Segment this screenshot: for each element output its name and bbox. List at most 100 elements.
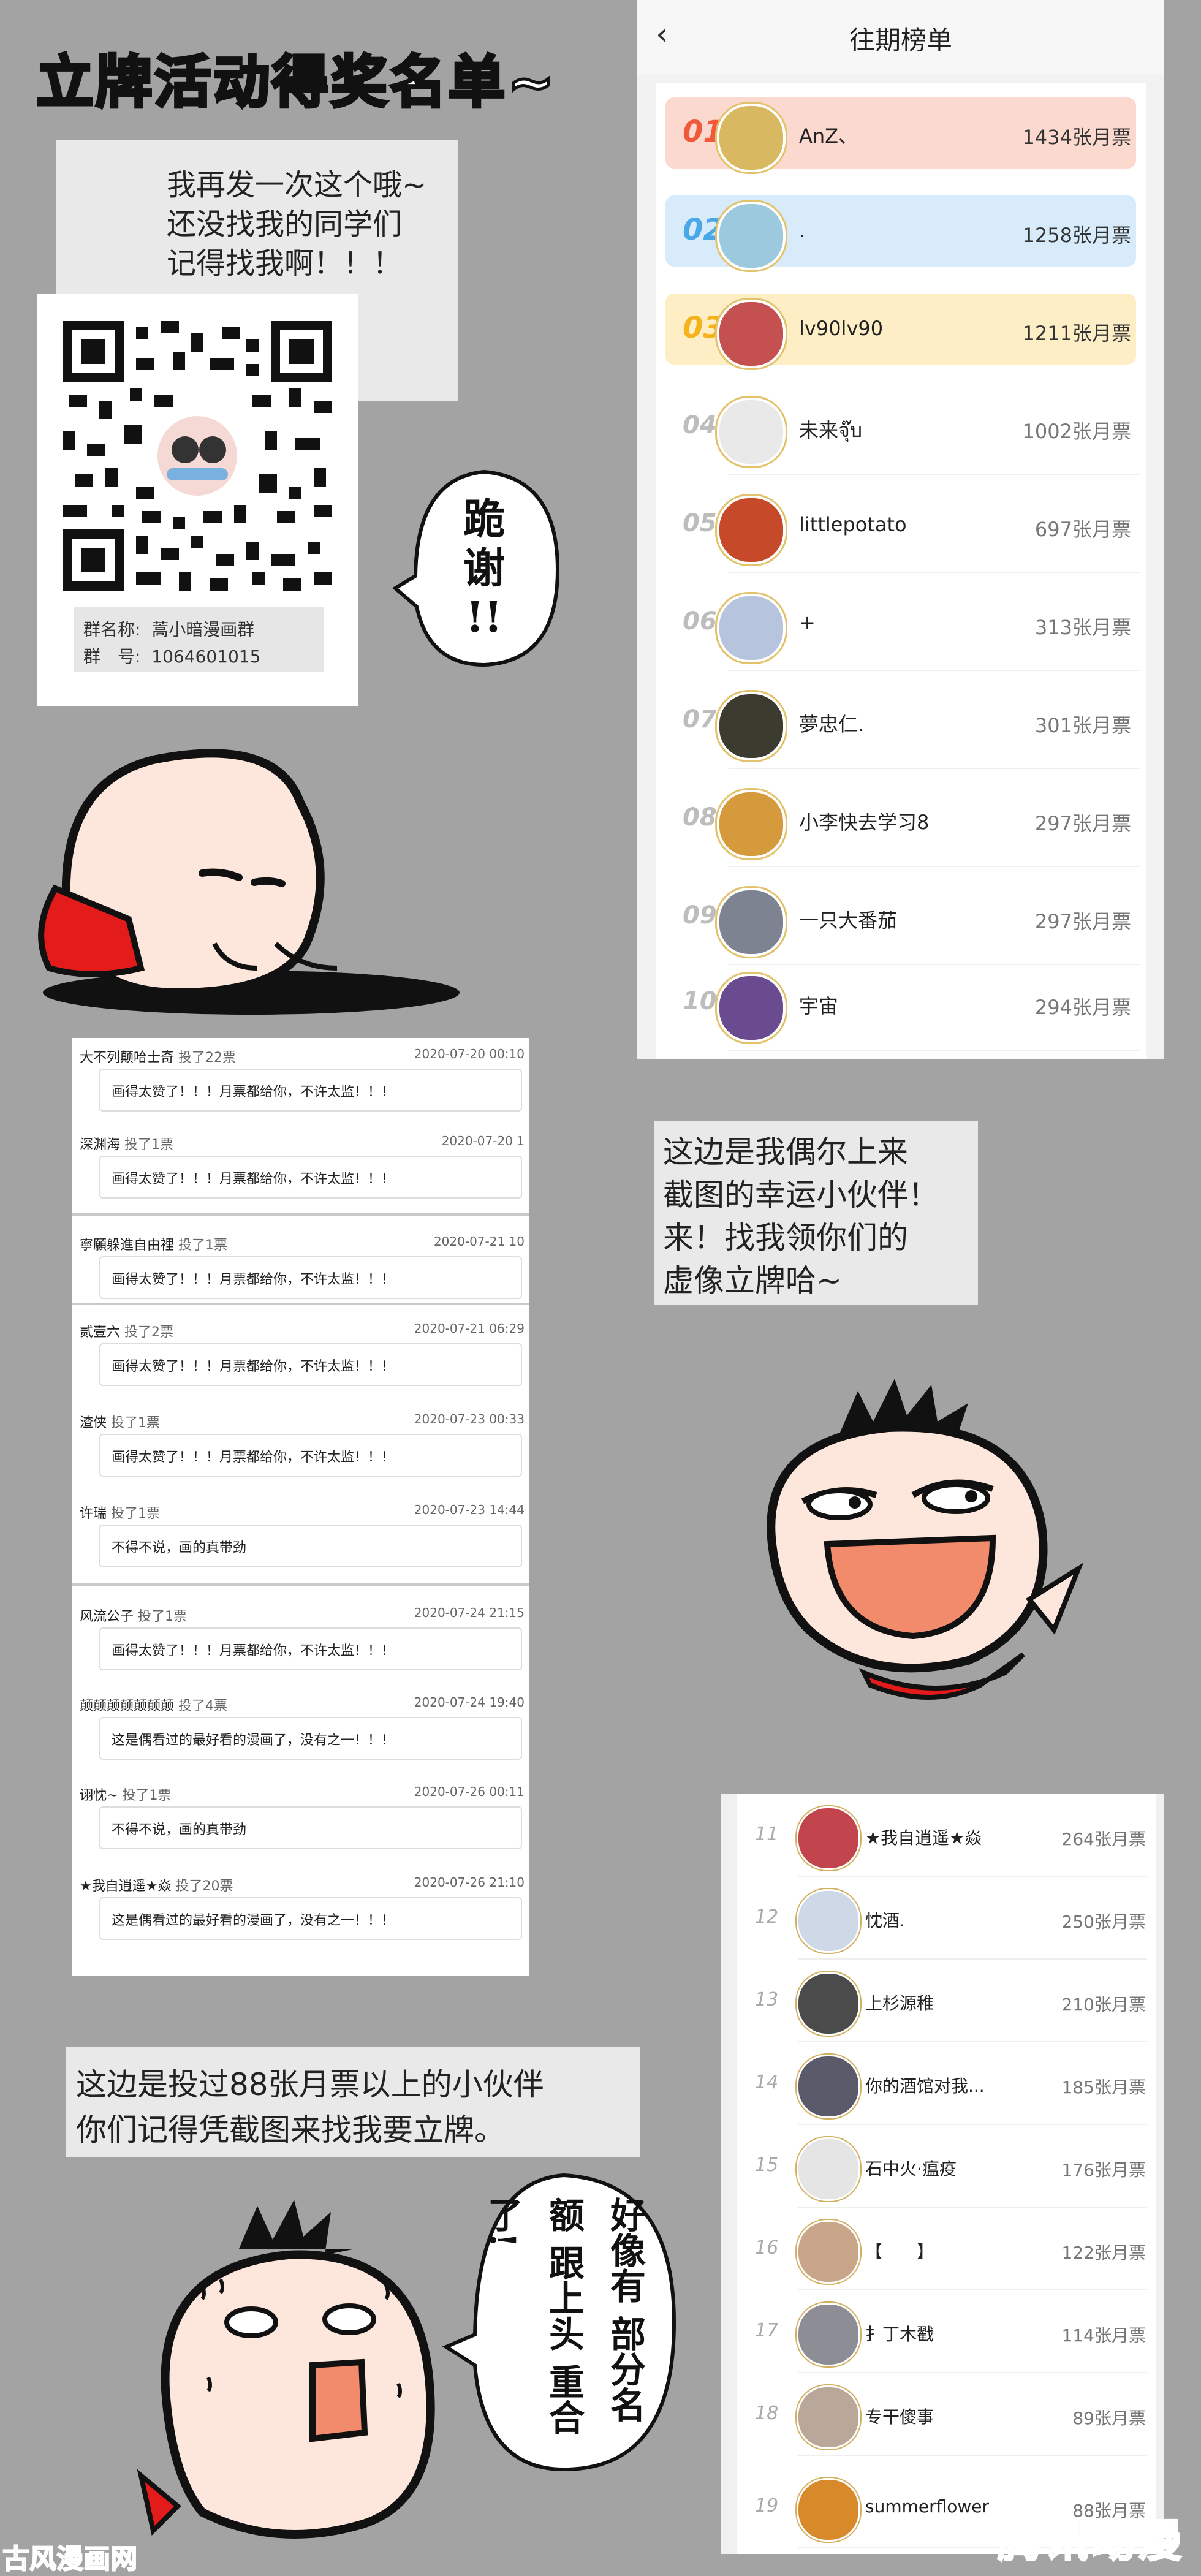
rank-number: 16 [755,2237,779,2259]
user-avatar[interactable] [797,1972,860,2036]
user-name: 扌丁木戳 [865,2324,934,2344]
comment-bubble: 画得太赞了！！！月票都给你，不许太监！！！ [99,1343,522,1386]
comment-user[interactable]: 贰壹六 投了2票 [80,1321,173,1341]
rank-number: 11 [755,1824,779,1845]
user-avatar[interactable] [717,496,786,564]
user-avatar[interactable] [717,692,786,760]
user-avatar[interactable] [717,104,786,172]
comment-user-name: ★我自逍遥★焱 [80,1879,172,1894]
note-line: 这边是我偶尔上来 [663,1134,908,1170]
comment-vote: 投了1票 [124,1137,174,1153]
comment-bubble: 画得太赞了！！！月票都给你，不许太监！！！ [99,1434,522,1477]
user-avatar[interactable] [797,2478,860,2542]
leaderboard-row[interactable]: 15 石中火·瘟疫 176张月票 [737,2125,1156,2208]
comment-user[interactable]: 寧願躲進自由裡 投了1票 [80,1234,227,1254]
ticket-count: 1258张月票 [1022,224,1131,247]
leaderboard-row[interactable]: 11 ★我自逍遥★焱 264张月票 [737,1794,1156,1877]
divider [72,1213,529,1216]
leaderboard-row[interactable]: 09 一只大番茄 297张月票 [656,867,1146,965]
user-avatar[interactable] [797,1889,860,1953]
user-avatar[interactable] [717,202,786,270]
leaderboard-row[interactable]: 04 未来จุ๊บ 1002张月票 [656,377,1146,475]
comment-user-name: 深渊海 [80,1137,121,1153]
sweating-character-illustration [137,2200,435,2539]
leaderboard-panel-lower: 11 ★我自逍遥★焱 264张月票 12 忱酒. 250张月票 13 上杉源稚 210张月票 14… [721,1794,1164,2554]
comment-time: 2020-07-26 21:10 [414,1875,525,1890]
user-avatar[interactable] [717,300,786,368]
user-avatar[interactable] [797,1806,860,1870]
leaderboard-row[interactable]: 18 专干傻事 89张月票 [737,2373,1156,2456]
user-avatar[interactable] [717,398,786,466]
leaderboard-row[interactable]: 03 lv90lv90 1211张月票 [656,279,1146,377]
leaderboard-row[interactable]: 05 littlepotato 697张月票 [656,475,1146,573]
comment-user[interactable]: 风流公子 投了1票 [80,1605,187,1625]
speech-bubble-thanks: 跪谢!! [463,495,505,642]
comments-panel: 大不列颠哈士奇 投了22票 2020-07-20 00:10 画得太赞了！！！月票都… [72,1038,529,1976]
rank-number: 13 [755,1989,779,2010]
leaderboard-row[interactable]: 17 扌丁木戳 114张月票 [737,2290,1156,2373]
rank-number: 04 [683,411,717,439]
user-name: lv90lv90 [799,317,884,340]
leaderboard-row[interactable]: 14 你的酒馆对我... 185张月票 [737,2042,1156,2125]
rank-number: 09 [683,901,717,930]
leaderboard-row[interactable]: 08 小李快去学习8 297张月票 [656,769,1146,867]
comment-bubble: 不得不说，画的真带劲 [99,1806,522,1849]
comment-user[interactable]: 渣侠 投了1票 [80,1412,160,1431]
user-avatar[interactable] [717,888,786,957]
leaderboard-row[interactable]: 13 上杉源稚 210张月票 [737,1960,1156,2042]
comment-vote: 投了4票 [178,1699,228,1714]
comment-time: 2020-07-21 10 [433,1234,525,1249]
comment-user-name: 大不列颠哈士奇 [80,1050,175,1066]
ticket-count: 114张月票 [1061,2325,1146,2346]
comment-time: 2020-07-23 14:44 [414,1502,525,1517]
user-avatar[interactable] [797,2055,860,2118]
comment-bubble: 这是偶看过的最好看的漫画了，没有之一！！！ [99,1897,522,1940]
qr-code[interactable] [63,321,332,591]
comment-user[interactable]: 诩忱~ 投了1票 [80,1784,171,1804]
comment-user[interactable]: 深渊海 投了1票 [80,1134,173,1153]
leaderboard-row[interactable]: 06 +313张月票 [656,573,1146,671]
user-name: ★我自逍遥★焱 [865,1828,982,1848]
note-box-lucky: 这边是我偶尔上来 截图的幸运小伙伴！ 来！找我领你们的 虚像立牌哈~ [654,1121,978,1305]
leaderboard-row[interactable]: 02. 1258张月票 [656,181,1146,279]
leaderboard-row[interactable]: 10 宇宙 294张月票 [656,953,1146,1051]
note-line: 还没找我的同学们 [167,207,403,241]
user-avatar[interactable] [717,974,786,1042]
user-avatar[interactable] [797,2137,860,2201]
leaderboard-list-lower: 11 ★我自逍遥★焱 264张月票 12 忱酒. 250张月票 13 上杉源稚 210张月票 14… [737,1794,1156,2554]
ticket-count: 176张月票 [1061,2160,1146,2180]
laughing-character-illustration [767,1379,1084,1700]
user-avatar[interactable] [797,2303,860,2366]
comment-user[interactable]: 大不列颠哈士奇 投了22票 [80,1047,236,1066]
comment-bubble: 画得太赞了！！！月票都给你，不许太监！！！ [99,1069,522,1112]
user-name: 专干傻事 [865,2407,934,2427]
comment-time: 2020-07-20 1 [441,1134,525,1148]
comment-vote: 投了1票 [178,1238,228,1253]
comment-time: 2020-07-24 19:40 [414,1695,525,1710]
comment-user[interactable]: ★我自逍遥★焱 投了20票 [80,1875,233,1895]
user-name: 你的酒馆对我... [865,2076,985,2096]
comment-user[interactable]: 颠颠颠颠颠颠颠 投了4票 [80,1695,227,1714]
leaderboard-row[interactable]: 01 AnZ、 1434张月票 [656,83,1146,181]
leaderboard-row[interactable]: 07 夢忠仁. 301张月票 [656,671,1146,769]
ticket-count: 301张月票 [1034,714,1131,737]
rank-number: 15 [755,2154,779,2176]
comment-vote: 投了1票 [138,1609,188,1624]
user-avatar[interactable] [797,2220,860,2284]
comment-text: 画得太赞了！！！月票都给你，不许太监！！！ [112,1272,395,1287]
user-name: + [799,611,816,634]
rank-number: 12 [755,1906,779,1928]
rank-number: 07 [683,705,717,733]
comment-text: 不得不说，画的真带劲 [112,1540,247,1556]
leaderboard-row[interactable]: 12 忱酒. 250张月票 [737,1877,1156,1960]
comment-vote: 投了22票 [178,1050,237,1066]
user-avatar[interactable] [797,2385,860,2449]
user-avatar[interactable] [717,594,786,662]
rank-number: 17 [755,2320,779,2341]
leaderboard-row[interactable]: 16 【 】 122张月票 [737,2208,1156,2290]
user-name: AnZ、 [799,124,858,148]
comment-user[interactable]: 许瑞 投了1票 [80,1502,160,1522]
user-avatar[interactable] [717,790,786,858]
comment-user-name: 许瑞 [80,1506,107,1521]
leaderboard-panel: ‹ 往期榜单 01 AnZ、 1434张月票 02. 1258张月票 03 lv90lv90… [637,0,1164,1059]
